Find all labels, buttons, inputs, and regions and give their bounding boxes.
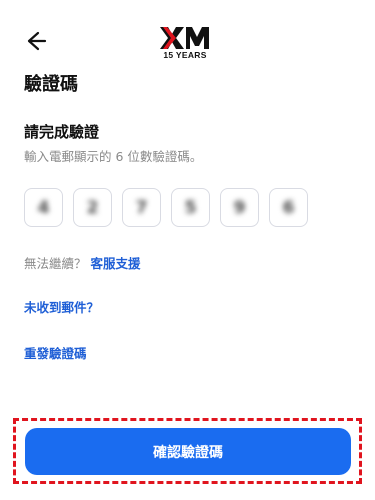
resend-code-link[interactable]: 重發驗證碼 <box>24 343 87 362</box>
otp-digit-box[interactable]: 9 <box>220 188 259 227</box>
help-text: 無法繼續？ <box>24 256 87 271</box>
otp-digit-box[interactable]: 5 <box>171 188 210 227</box>
logo-subtitle: 15 YEARS <box>163 50 207 60</box>
confirm-code-button[interactable]: 確認驗證碼 <box>25 428 351 475</box>
otp-digit-box[interactable]: 6 <box>269 188 308 227</box>
help-line: 無法繼續？ 客服支援 <box>24 253 141 272</box>
otp-digit: 5 <box>184 197 197 218</box>
otp-digit: 2 <box>86 197 99 218</box>
support-link[interactable]: 客服支援 <box>91 256 141 271</box>
otp-digit: 9 <box>233 197 246 218</box>
arrow-left-icon <box>27 31 47 51</box>
otp-digit-box[interactable]: 4 <box>24 188 63 227</box>
otp-digit: 6 <box>282 197 295 218</box>
section-hint: 輸入電郵顯示的 6 位數驗證碼。 <box>24 149 203 164</box>
otp-input-group: 4 2 7 5 9 6 <box>24 188 308 227</box>
back-button[interactable] <box>20 28 50 54</box>
verification-screen: 15 YEARS 驗證碼 請完成驗證 輸入電郵顯示的 6 位數驗證碼。 4 2 … <box>0 0 375 500</box>
otp-digit-box[interactable]: 7 <box>122 188 161 227</box>
no-email-link[interactable]: 未收到郵件？ <box>24 297 99 316</box>
page-title: 驗證碼 <box>24 74 78 95</box>
section-title: 請完成驗證 <box>24 123 100 141</box>
otp-digit-box[interactable]: 2 <box>73 188 112 227</box>
otp-digit: 4 <box>37 197 50 218</box>
otp-digit: 7 <box>135 197 148 218</box>
